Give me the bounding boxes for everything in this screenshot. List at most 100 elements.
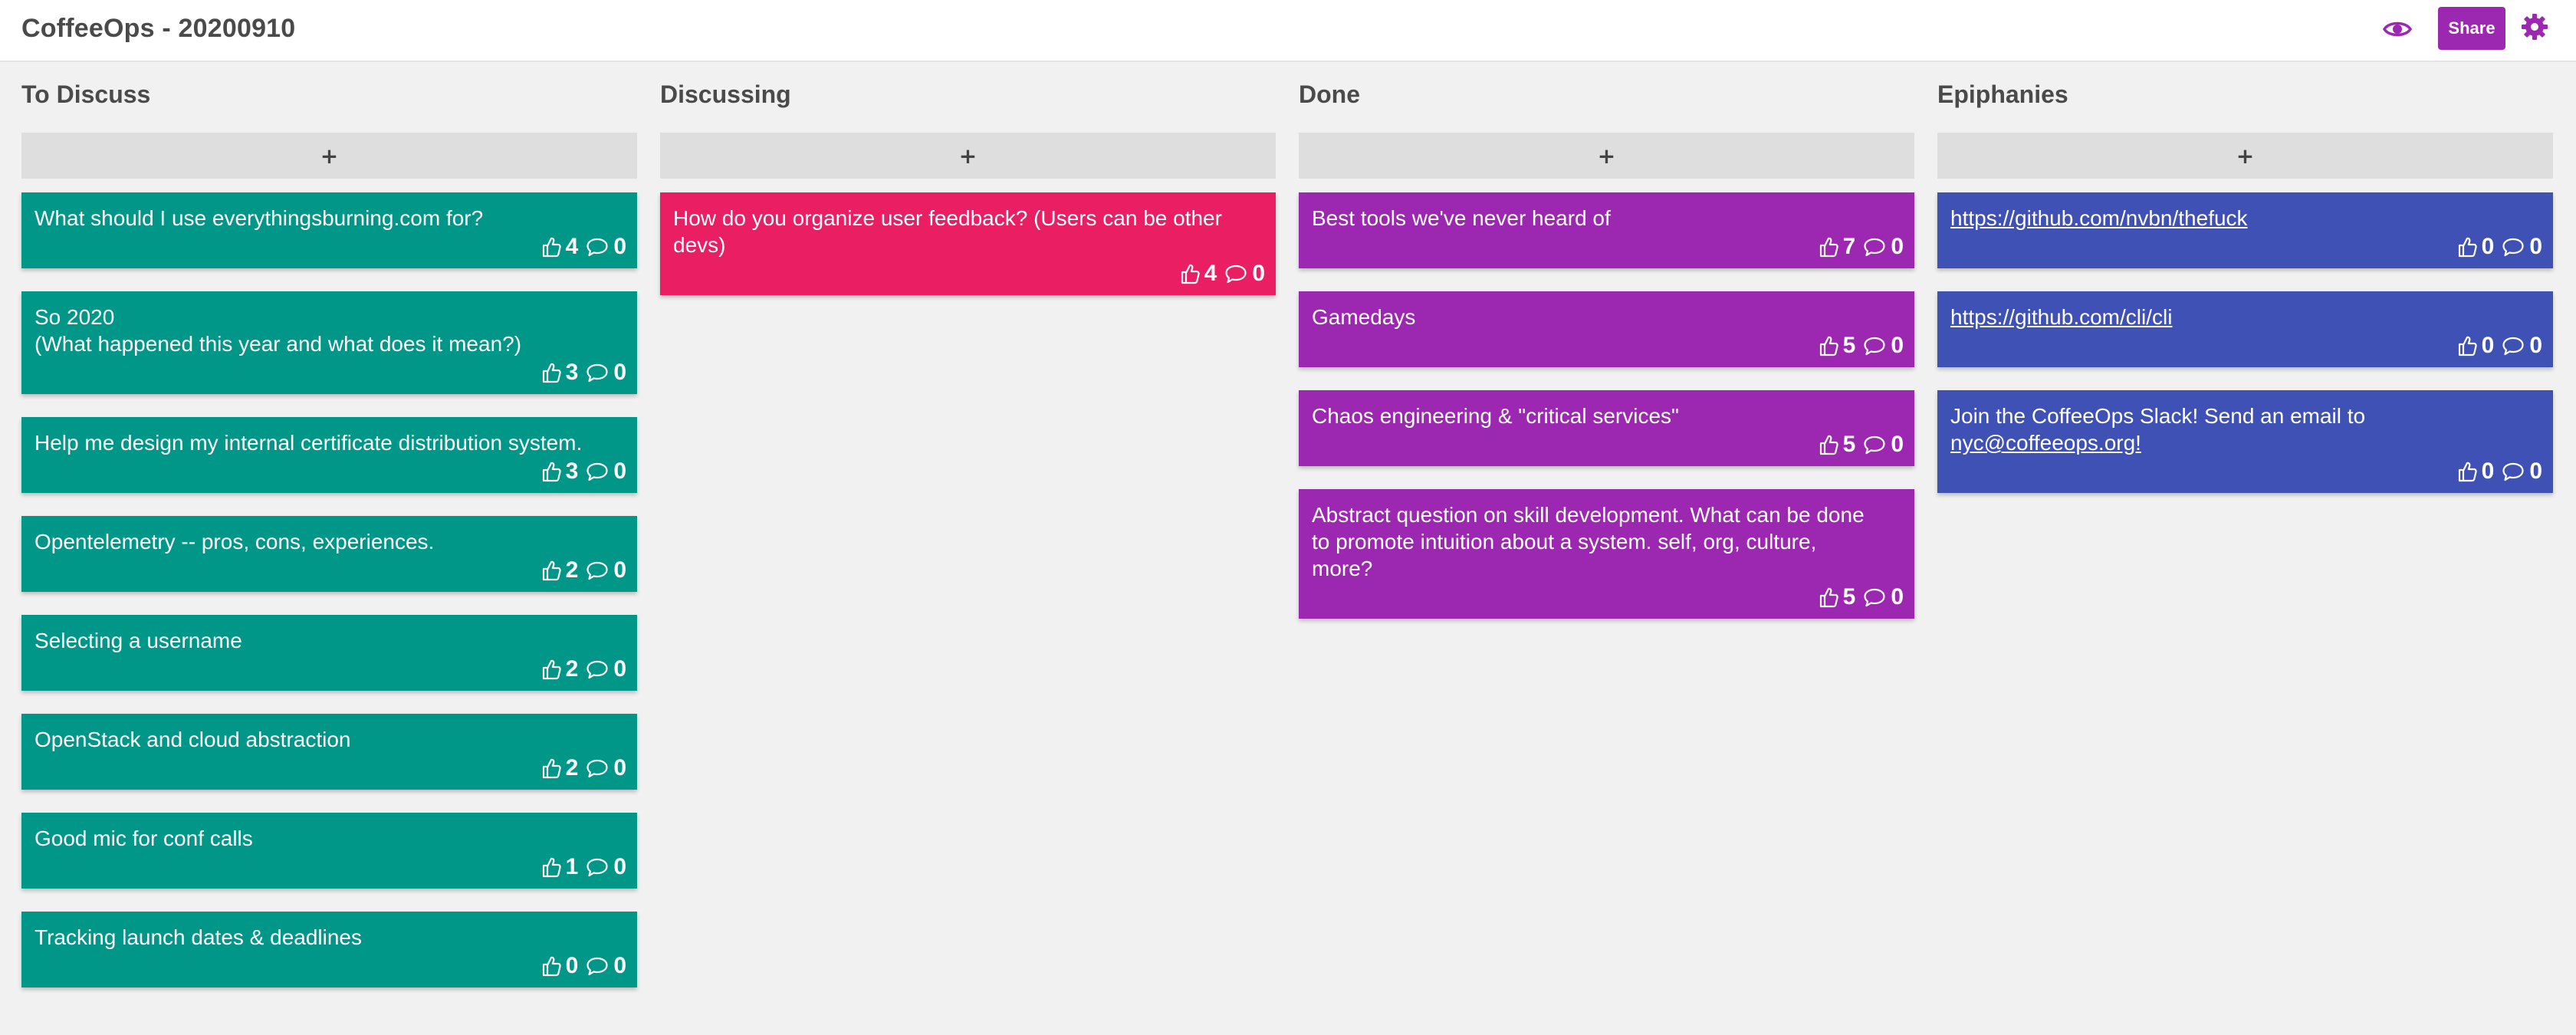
thumbs-up-icon[interactable]: [541, 362, 561, 383]
thumbs-up-icon[interactable]: [541, 856, 561, 878]
like-button[interactable]: 2: [541, 656, 578, 682]
column-title: To Discuss: [21, 80, 151, 108]
comment-icon[interactable]: [1863, 435, 1886, 455]
eye-icon[interactable]: [2381, 15, 2413, 43]
comment-icon[interactable]: [586, 237, 609, 257]
card-link[interactable]: https://github.com/nvbn/thefuck: [1950, 206, 2248, 230]
card[interactable]: So 2020 (What happened this year and wha…: [21, 291, 637, 394]
like-button[interactable]: 1: [541, 854, 578, 880]
comment-icon[interactable]: [586, 560, 609, 580]
like-button[interactable]: 0: [2457, 234, 2495, 260]
comment-button[interactable]: 0: [586, 458, 626, 485]
comment-button[interactable]: 0: [1224, 261, 1265, 287]
thumbs-up-icon[interactable]: [2457, 236, 2477, 258]
card[interactable]: Help me design my internal certificate d…: [21, 417, 637, 493]
card-link[interactable]: nyc@coffeeops.org!: [1950, 431, 2141, 455]
comment-button[interactable]: 0: [2502, 333, 2542, 359]
comment-button[interactable]: 0: [586, 755, 626, 781]
gear-icon[interactable]: [2518, 11, 2551, 43]
comment-icon[interactable]: [2502, 336, 2525, 356]
thumbs-up-icon[interactable]: [541, 955, 561, 977]
thumbs-up-icon[interactable]: [2457, 335, 2477, 356]
like-button[interactable]: 5: [1819, 333, 1855, 359]
thumbs-up-icon[interactable]: [1180, 263, 1200, 284]
column-title: Done: [1299, 80, 1360, 108]
comment-button[interactable]: 0: [1863, 432, 1904, 458]
comment-button[interactable]: 0: [586, 953, 626, 979]
like-button[interactable]: 5: [1819, 584, 1855, 610]
card[interactable]: Join the CoffeeOps Slack! Send an email …: [1937, 390, 2553, 493]
like-button[interactable]: 4: [541, 234, 578, 260]
comment-button[interactable]: 0: [1863, 584, 1904, 610]
column-discussing: Discussing + How do you organize user feed…: [660, 62, 1276, 1035]
comment-button[interactable]: 0: [2502, 458, 2542, 485]
comment-button[interactable]: 0: [2502, 234, 2542, 260]
card[interactable]: OpenStack and cloud abstraction 2 0: [21, 714, 637, 790]
card-link[interactable]: https://github.com/cli/cli: [1950, 305, 2172, 329]
thumbs-up-icon[interactable]: [1819, 236, 1838, 258]
comment-icon[interactable]: [1224, 264, 1247, 284]
card[interactable]: https://github.com/nvbn/thefuck 0 0: [1937, 192, 2553, 268]
like-button[interactable]: 3: [541, 360, 578, 386]
like-button[interactable]: 0: [2457, 333, 2494, 359]
comment-button[interactable]: 0: [586, 557, 626, 583]
comment-icon[interactable]: [586, 659, 609, 679]
board-columns: To Discuss + What should I use everythings…: [21, 62, 2553, 1035]
comment-count: 0: [1891, 234, 1904, 259]
card[interactable]: Chaos engineering & "critical services" 5…: [1299, 390, 1914, 466]
like-button[interactable]: 0: [541, 953, 578, 979]
comment-icon[interactable]: [1863, 237, 1886, 257]
card-meta: 40: [34, 233, 626, 261]
share-button[interactable]: Share: [2438, 7, 2505, 50]
like-count: 0: [2481, 234, 2495, 259]
card[interactable]: Opentelemetry -- pros, cons, experiences…: [21, 516, 637, 592]
add-card-button[interactable]: +: [1937, 133, 2553, 179]
add-card-button[interactable]: +: [21, 133, 637, 179]
comment-icon[interactable]: [586, 462, 609, 481]
like-button[interactable]: 2: [541, 755, 578, 781]
thumbs-up-icon[interactable]: [2457, 461, 2477, 482]
comment-icon[interactable]: [1863, 587, 1886, 607]
card[interactable]: What should I use everythingsburning.com…: [21, 192, 637, 268]
card[interactable]: Tracking launch dates & deadlines 0 0: [21, 912, 637, 987]
thumbs-up-icon[interactable]: [541, 757, 561, 779]
like-button[interactable]: 0: [2457, 458, 2494, 485]
card[interactable]: How do you organize user feedback? (User…: [660, 192, 1276, 295]
like-button[interactable]: 7: [1819, 234, 1855, 260]
thumbs-up-icon[interactable]: [541, 659, 561, 680]
thumbs-up-icon[interactable]: [541, 236, 561, 258]
thumbs-up-icon[interactable]: [1819, 434, 1838, 455]
comment-icon[interactable]: [586, 363, 609, 383]
comment-icon[interactable]: [1863, 336, 1886, 356]
thumbs-up-icon[interactable]: [541, 461, 561, 482]
card[interactable]: Gamedays 5 0: [1299, 291, 1914, 367]
like-button[interactable]: 4: [1180, 261, 1217, 287]
card[interactable]: Selecting a username 2 0: [21, 615, 637, 691]
like-button[interactable]: 3: [541, 458, 578, 485]
comment-icon[interactable]: [2502, 462, 2525, 481]
comment-button[interactable]: 0: [586, 360, 626, 386]
comment-count: 0: [613, 953, 626, 978]
comment-icon[interactable]: [586, 956, 609, 976]
comment-icon[interactable]: [2502, 237, 2525, 257]
comment-button[interactable]: 0: [586, 234, 626, 260]
thumbs-up-icon[interactable]: [1819, 586, 1838, 608]
comment-button[interactable]: 0: [1863, 234, 1904, 260]
comment-icon[interactable]: [586, 857, 609, 877]
comment-button[interactable]: 0: [586, 854, 626, 880]
add-card-button[interactable]: +: [660, 133, 1276, 179]
card-text: Good mic for conf calls: [34, 825, 626, 852]
card[interactable]: Good mic for conf calls 1 0: [21, 813, 637, 889]
card[interactable]: https://github.com/cli/cli 0 0: [1937, 291, 2553, 367]
like-button[interactable]: 5: [1819, 432, 1855, 458]
add-card-button[interactable]: +: [1299, 133, 1914, 179]
thumbs-up-icon[interactable]: [541, 560, 561, 581]
card[interactable]: Abstract question on skill development. …: [1299, 489, 1914, 619]
like-button[interactable]: 2: [541, 557, 578, 583]
comment-icon[interactable]: [586, 758, 609, 778]
card-text-content: Help me design my internal certificate d…: [34, 431, 583, 455]
comment-button[interactable]: 0: [586, 656, 626, 682]
card[interactable]: Best tools we've never heard of 7 0: [1299, 192, 1914, 268]
comment-button[interactable]: 0: [1863, 333, 1904, 359]
thumbs-up-icon[interactable]: [1819, 335, 1838, 356]
